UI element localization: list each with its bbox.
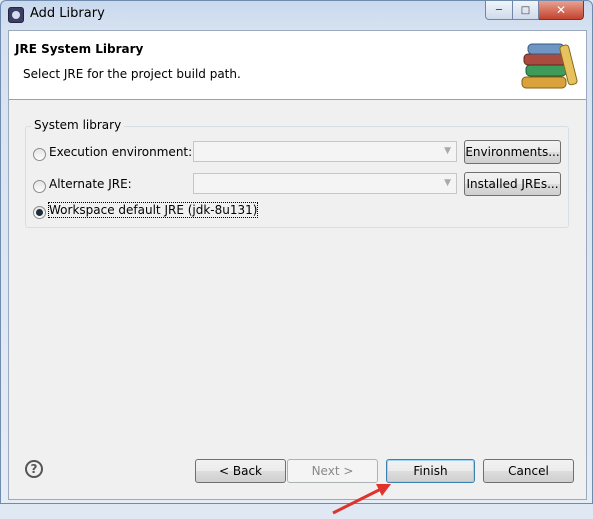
title-bar[interactable]: Add Library ─ □ ✕ [1, 1, 592, 29]
minimize-button[interactable]: ─ [485, 1, 513, 20]
close-button[interactable]: ✕ [539, 1, 584, 20]
help-icon[interactable]: ? [25, 460, 43, 478]
add-library-dialog: Add Library ─ □ ✕ JRE System Library Sel… [0, 0, 593, 515]
dialog-body: JRE System Library Select JRE for the pr… [8, 30, 587, 515]
finish-button[interactable]: Finish [386, 459, 475, 483]
library-books-icon [521, 43, 578, 89]
chevron-down-icon: ▼ [444, 178, 451, 188]
installed-jres-button[interactable]: Installed JREs... [464, 172, 561, 196]
maximize-button[interactable]: □ [513, 1, 539, 20]
alternate-jre-radio[interactable] [33, 180, 46, 193]
workspace-default-jre-label: Workspace default JRE (jdk-8u131) [47, 202, 259, 218]
execution-environment-combo[interactable]: ▼ [193, 141, 457, 162]
cancel-button[interactable]: Cancel [483, 459, 574, 483]
wizard-header: JRE System Library Select JRE for the pr… [9, 31, 586, 100]
back-button[interactable]: < Back [195, 459, 286, 483]
alternate-jre-label: Alternate JRE: [49, 177, 132, 191]
window-controls: ─ □ ✕ [485, 1, 584, 20]
page-description: Select JRE for the project build path. [23, 67, 241, 81]
execution-environment-radio[interactable] [33, 148, 46, 161]
page-title: JRE System Library [15, 42, 144, 56]
eclipse-icon [8, 7, 24, 23]
alternate-jre-combo[interactable]: ▼ [193, 173, 457, 194]
environments-button[interactable]: Environments... [464, 140, 561, 164]
window-title: Add Library [30, 6, 105, 21]
group-label: System library [31, 118, 125, 132]
execution-environment-label: Execution environment: [49, 145, 193, 159]
chevron-down-icon: ▼ [444, 146, 451, 156]
annotation-arrow-icon [332, 484, 391, 515]
workspace-default-jre-radio[interactable] [33, 206, 46, 219]
